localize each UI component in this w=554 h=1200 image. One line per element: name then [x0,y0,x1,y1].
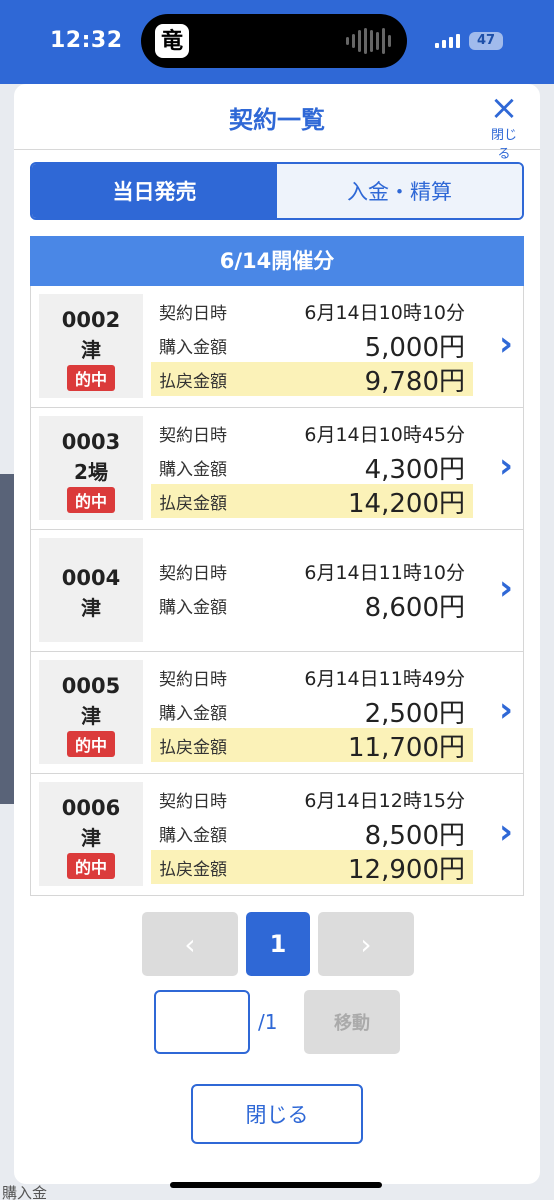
purchase-label: 購入金額 [159,597,227,618]
contract-id-box: 0005 津 的中 [39,660,143,764]
payout-amount: 12,900円 [348,854,465,885]
hit-badge: 的中 [66,853,115,879]
chevron-right-icon[interactable]: › [499,324,513,364]
purchase-label: 購入金額 [159,337,227,358]
contract-details: 契約日時 6月14日11時49分 購入金額 2,500円 払戻金額 11,700円 [151,660,473,763]
app-logo-icon: 竜 [155,24,189,58]
status-time: 12:32 [50,28,123,53]
audio-wave-icon [346,28,391,54]
contract-number: 0006 [61,796,121,820]
contract-id-box: 0002 津 的中 [39,294,143,398]
modal-header: 契約一覧 × 閉じる [14,84,540,162]
home-indicator [170,1182,382,1188]
signal-icon [435,34,460,48]
contract-time-label: 契約日時 [159,563,227,584]
prev-page-button[interactable]: ‹ [142,912,238,976]
purchase-amount: 2,500円 [364,698,465,729]
hit-badge: 的中 [66,365,115,391]
contract-time-label: 契約日時 [159,669,227,690]
contract-row[interactable]: 0002 津 的中 契約日時 6月14日10時10分 購入金額 5,000円 払戻金… [30,286,524,408]
contract-time: 6月14日10時10分 [304,301,465,324]
total-pages: /1 [258,1010,278,1034]
move-button[interactable]: 移動 [304,990,400,1054]
venue-name: 2場 [74,460,108,484]
tab-bar: 当日発売 入金・精算 [30,162,524,220]
tab-deposit-settlement[interactable]: 入金・精算 [277,164,522,218]
contract-row[interactable]: 0004 津 契約日時 6月14日11時10分 購入金額 8,600円 › [30,530,524,652]
contract-details: 契約日時 6月14日11時10分 購入金額 8,600円 [151,554,473,623]
contract-id-box: 0004 津 [39,538,143,642]
contract-row[interactable]: 0003 2場 的中 契約日時 6月14日10時45分 購入金額 4,300円 払戻… [30,408,524,530]
purchase-label: 購入金額 [159,459,227,480]
contract-number: 0005 [61,674,121,698]
venue-name: 津 [81,826,101,850]
purchase-amount: 8,600円 [364,592,465,623]
contract-time: 6月14日11時49分 [304,667,465,690]
contract-time: 6月14日10時45分 [304,423,465,446]
close-icon: × [489,88,519,128]
payout-label: 払戻金額 [159,371,227,392]
payout-amount: 14,200円 [348,488,465,519]
contract-number: 0004 [61,566,121,590]
tab-today-sale[interactable]: 当日発売 [32,164,277,218]
contract-time-label: 契約日時 [159,303,227,324]
purchase-label: 購入金額 [159,703,227,724]
hit-badge: 的中 [66,487,115,513]
close-icon-button[interactable]: × 閉じる [486,88,522,162]
purchase-amount: 8,500円 [364,820,465,851]
status-bar: 12:32 竜 47 [0,0,554,84]
battery-level: 47 [476,33,496,48]
next-page-button[interactable]: › [318,912,414,976]
chevron-right-icon[interactable]: › [499,690,513,730]
close-button[interactable]: 閉じる [191,1084,363,1144]
contract-time: 6月14日11時10分 [304,561,465,584]
pagination: ‹ 1 › [142,912,414,976]
page-number-button[interactable]: 1 [246,912,310,976]
payout-label: 払戻金額 [159,737,227,758]
purchase-amount: 4,300円 [364,454,465,485]
contract-details: 契約日時 6月14日10時10分 購入金額 5,000円 払戻金額 9,780円 [151,294,473,397]
contract-time-label: 契約日時 [159,791,227,812]
payout-label: 払戻金額 [159,493,227,514]
hit-badge: 的中 [66,731,115,757]
venue-name: 津 [81,704,101,728]
page-jump-input[interactable] [154,990,250,1054]
chevron-right-icon[interactable]: › [499,568,513,608]
date-group-header: 6/14開催分 [30,236,524,286]
contract-number: 0003 [61,430,121,454]
dynamic-island: 竜 [141,14,407,68]
chevron-right-icon[interactable]: › [499,446,513,486]
purchase-label: 購入金額 [159,825,227,846]
contract-time-label: 契約日時 [159,425,227,446]
modal-title: 契約一覧 [229,106,325,134]
chevron-right-icon[interactable]: › [499,812,513,852]
contract-row[interactable]: 0005 津 的中 契約日時 6月14日11時49分 購入金額 2,500円 払戻金… [30,652,524,774]
contract-details: 契約日時 6月14日10時45分 購入金額 4,300円 払戻金額 14,200円 [151,416,473,519]
venue-name: 津 [81,338,101,362]
background-panel [0,474,14,804]
payout-amount: 11,700円 [348,732,465,763]
venue-name: 津 [81,596,101,620]
contract-id-box: 0006 津 的中 [39,782,143,886]
contract-details: 契約日時 6月14日12時15分 購入金額 8,500円 払戻金額 12,900円 [151,782,473,885]
contract-number: 0002 [61,308,121,332]
contract-id-box: 0003 2場 的中 [39,416,143,520]
payout-label: 払戻金額 [159,859,227,880]
contract-list-modal: 契約一覧 × 閉じる 当日発売 入金・精算 6/14開催分 0002 津 的中 … [14,84,540,1184]
background-text: 購入金 [2,1184,48,1200]
contract-time: 6月14日12時15分 [304,789,465,812]
payout-amount: 9,780円 [364,366,465,397]
contract-list: 6/14開催分 0002 津 的中 契約日時 6月14日10時10分 購入金額 5,… [30,236,524,896]
close-icon-label: 閉じる [490,128,517,162]
purchase-amount: 5,000円 [364,332,465,363]
contract-row[interactable]: 0006 津 的中 契約日時 6月14日12時15分 購入金額 8,500円 払戻金… [30,774,524,896]
